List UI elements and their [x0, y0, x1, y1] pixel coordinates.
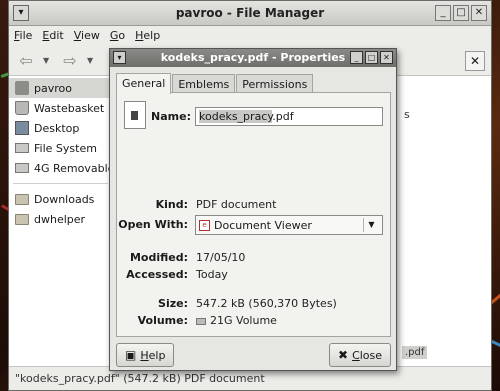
- menu-help[interactable]: Help: [135, 29, 160, 43]
- window-title: pavroo - File Manager: [175, 6, 325, 20]
- folder-icon: [15, 193, 29, 205]
- sidebar-item-downloads[interactable]: Downloads: [9, 189, 112, 209]
- tab-permissions[interactable]: Permissions: [236, 74, 314, 93]
- modified-value: 17/05/10: [196, 251, 246, 264]
- close-button[interactable]: ✖ Close: [329, 343, 392, 367]
- name-label: Name:: [151, 110, 191, 123]
- sidebar-item-desktop[interactable]: Desktop: [9, 118, 112, 138]
- sidebar-item-pavroo[interactable]: pavroo: [9, 78, 112, 98]
- back-arrow-icon: ⇦: [19, 51, 33, 70]
- selected-file-label-fragment[interactable]: .pdf: [402, 346, 428, 359]
- help-icon: ▣: [125, 348, 137, 362]
- properties-dialog: ▾ kodeks_pracy.pdf - Properties _ □ ✕ Ge…: [109, 48, 397, 371]
- maximize-button[interactable]: □: [365, 51, 378, 64]
- name-field[interactable]: kodeks_pracy.pdf: [195, 107, 383, 126]
- name-ext: .pdf: [272, 110, 294, 123]
- tab-strip: General Emblems Permissions: [116, 73, 314, 94]
- menubar: File Edit View Go Help: [9, 26, 491, 46]
- volume-label: Volume:: [137, 314, 188, 327]
- home-icon: [15, 81, 29, 95]
- accessed-label: Accessed:: [126, 268, 188, 281]
- tab-emblems[interactable]: Emblems: [172, 74, 236, 93]
- open-with-label: Open With:: [118, 218, 188, 231]
- chevron-down-icon: ▼: [363, 218, 379, 232]
- menu-edit[interactable]: Edit: [42, 29, 63, 43]
- close-pane-button[interactable]: ✕: [465, 50, 485, 71]
- size-value: 547.2 kB (560,370 Bytes): [196, 297, 337, 310]
- close-window-button[interactable]: ✕: [380, 51, 393, 64]
- dialog-titlebar[interactable]: ▾ kodeks_pracy.pdf - Properties _ □ ✕: [110, 49, 396, 67]
- open-with-select[interactable]: e Document Viewer ▼: [195, 215, 383, 235]
- open-with-value: Document Viewer: [214, 218, 312, 232]
- drive-icon: [196, 317, 206, 325]
- menu-file[interactable]: File: [14, 29, 32, 43]
- menu-view[interactable]: View: [74, 29, 100, 43]
- sidebar-item-wastebasket[interactable]: Wastebasket: [9, 98, 112, 118]
- forward-arrow-icon: ⇨: [63, 51, 77, 70]
- sidebar-separator: [13, 183, 108, 184]
- sidebar: pavroo Wastebasket Desktop File System 4…: [9, 76, 113, 366]
- trash-icon: [15, 101, 29, 115]
- menu-go[interactable]: Go: [110, 29, 125, 43]
- minimize-button[interactable]: _: [350, 51, 363, 64]
- back-button[interactable]: ⇦: [15, 50, 37, 72]
- minimize-button[interactable]: _: [435, 5, 451, 21]
- close-window-button[interactable]: ✕: [471, 5, 487, 21]
- help-button[interactable]: ▣ Help: [116, 343, 175, 367]
- kind-label: Kind:: [155, 198, 188, 211]
- modified-label: Modified:: [129, 251, 188, 264]
- kind-value: PDF document: [196, 198, 277, 211]
- forward-history-dropdown[interactable]: ▼: [87, 56, 97, 65]
- folder-icon: [15, 213, 29, 225]
- volume-value: 21G Volume: [210, 314, 277, 327]
- general-panel: Name: kodeks_pracy.pdf Kind: PDF documen…: [116, 92, 391, 337]
- close-label: Close: [352, 348, 383, 362]
- document-icon: [124, 101, 146, 129]
- drive-icon: [15, 163, 29, 173]
- back-history-dropdown[interactable]: ▼: [43, 56, 53, 65]
- drive-icon: [15, 143, 29, 153]
- size-label: Size:: [158, 297, 188, 310]
- name-base: kodeks_pracy: [199, 110, 273, 123]
- accessed-value: Today: [196, 268, 228, 281]
- forward-button[interactable]: ⇨: [59, 50, 81, 72]
- maximize-button[interactable]: □: [453, 5, 469, 21]
- desktop-icon: [15, 121, 29, 135]
- document-viewer-icon: e: [199, 219, 210, 231]
- sidebar-item-removable[interactable]: 4G Removable: [9, 158, 112, 178]
- help-label: Help: [140, 348, 166, 362]
- tab-general[interactable]: General: [116, 73, 172, 94]
- sidebar-item-dwhelper[interactable]: dwhelper: [9, 209, 112, 229]
- close-icon: ✖: [338, 348, 349, 362]
- file-label-fragment: s: [404, 108, 410, 121]
- close-icon: ✕: [469, 53, 481, 68]
- sidebar-item-file-system[interactable]: File System: [9, 138, 112, 158]
- window-titlebar[interactable]: ▾ pavroo - File Manager _ □ ✕: [9, 1, 491, 26]
- volume-value-row: 21G Volume: [196, 314, 277, 327]
